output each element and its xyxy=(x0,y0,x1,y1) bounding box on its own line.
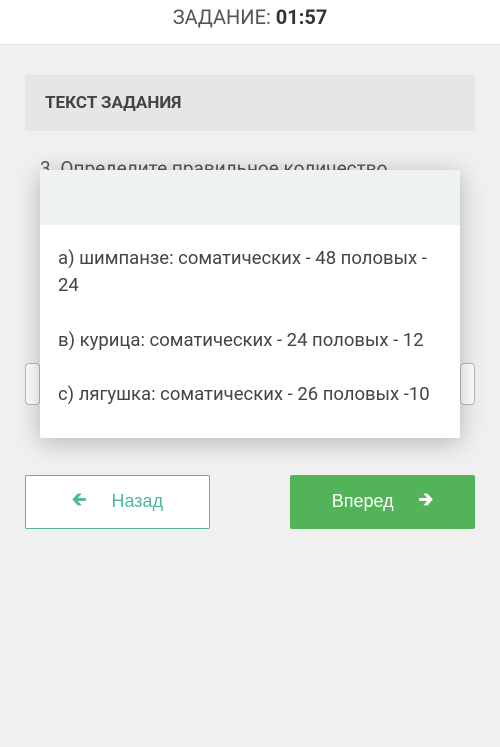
nav-buttons: 🡰 Назад Вперед 🡲 xyxy=(0,435,500,554)
option-a[interactable]: a) шимпанзе: соматических - 48 половых -… xyxy=(58,245,442,299)
arrow-right-icon: 🡲 xyxy=(419,487,434,517)
forward-button-label: Вперед xyxy=(332,491,394,512)
timer-bar: ЗАДАНИЕ: 01:57 xyxy=(0,0,500,45)
back-button[interactable]: 🡰 Назад xyxy=(25,475,210,529)
option-c[interactable]: c) лягушка: соматических - 26 половых -1… xyxy=(58,381,442,408)
option-b[interactable]: в) курица: соматических - 24 половых - 1… xyxy=(58,327,442,354)
input-field-right[interactable] xyxy=(460,363,475,405)
options-modal: a) шимпанзе: соматических - 48 половых -… xyxy=(40,170,460,438)
modal-body: a) шимпанзе: соматических - 48 половых -… xyxy=(40,225,460,438)
modal-header xyxy=(40,170,460,225)
timer-label: ЗАДАНИЕ: xyxy=(173,5,271,29)
forward-button[interactable]: Вперед 🡲 xyxy=(290,475,475,529)
timer-value: 01:57 xyxy=(276,5,328,29)
arrow-left-icon: 🡰 xyxy=(72,487,87,517)
back-button-label: Назад xyxy=(112,491,164,512)
input-field-left[interactable] xyxy=(25,363,40,405)
task-header: ТЕКСТ ЗАДАНИЯ xyxy=(25,75,475,131)
